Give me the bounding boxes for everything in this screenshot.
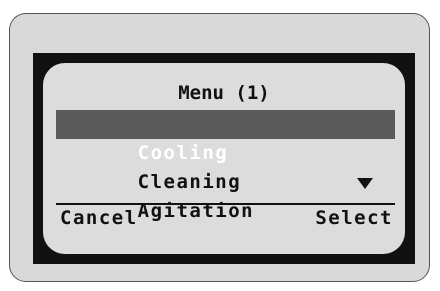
menu-item-cooling[interactable]: Cooling	[56, 110, 395, 164]
menu-item-agitation[interactable]: Agitation	[56, 168, 395, 222]
cancel-softkey[interactable]: Cancel	[60, 205, 138, 231]
menu-title: Menu (1)	[178, 82, 270, 104]
lcd-screen: Menu (1) Cooling Cleaning Agitation Canc…	[43, 63, 405, 254]
menu-list: Cooling Cleaning Agitation	[56, 110, 395, 222]
down-triangle-icon[interactable]	[357, 178, 373, 189]
menu-item-cleaning[interactable]: Cleaning	[56, 139, 395, 193]
select-softkey[interactable]: Select	[315, 205, 393, 231]
